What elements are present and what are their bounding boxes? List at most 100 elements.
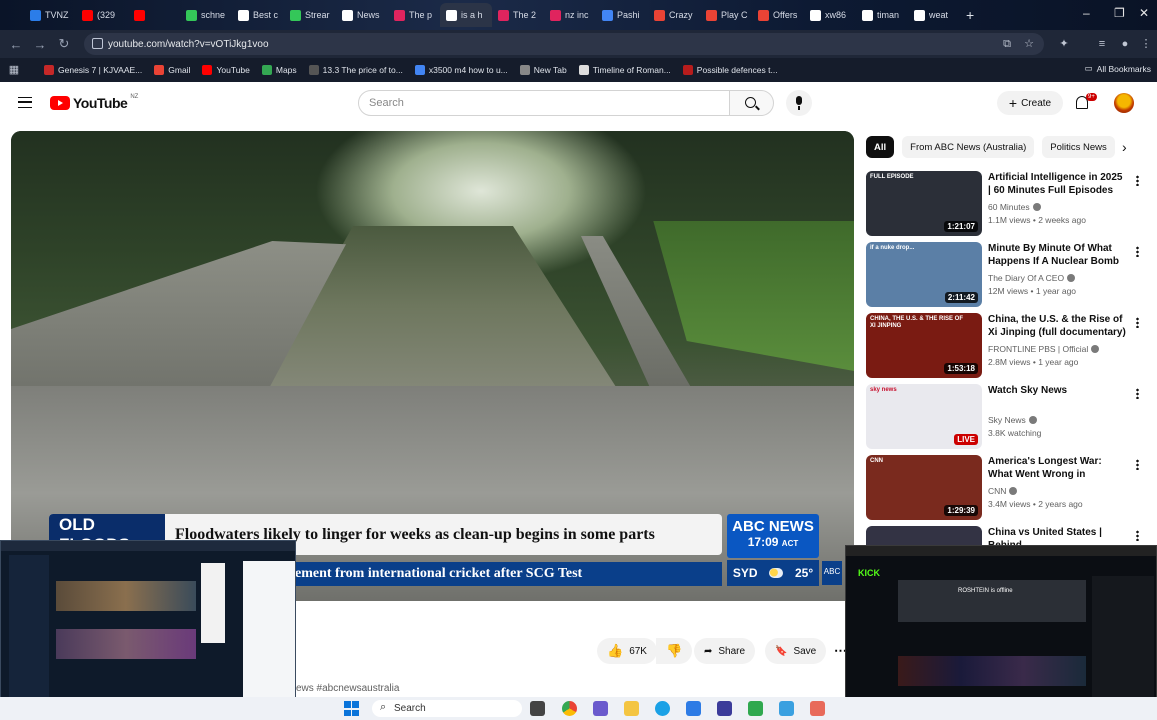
browser-tab[interactable]: weat	[908, 3, 960, 27]
video-title[interactable]: China, the U.S. & the Rise of Xi Jinping…	[988, 313, 1128, 339]
share-button[interactable]: ➦ Share	[694, 638, 756, 664]
task-view-icon[interactable]	[530, 701, 545, 716]
app-icon-green[interactable]	[748, 701, 763, 716]
browser-tab[interactable]: is a h	[440, 3, 492, 27]
browser-tab[interactable]: The 2	[492, 3, 544, 27]
video-thumbnail[interactable]: CHINA, THE U.S. & THE RISE OF XI JINPING…	[866, 313, 982, 378]
channel-name[interactable]: The Diary Of A CEO	[988, 273, 1076, 283]
chips-next-icon[interactable]: ›	[1122, 139, 1127, 155]
video-player[interactable]: OLD FLOODS Floodwaters likely to linger …	[11, 131, 854, 601]
browser-tab[interactable]: The p	[388, 3, 440, 27]
address-bar[interactable]: youtube.com/watch?v=vOTiJkg1voo	[84, 33, 1044, 55]
video-thumbnail[interactable]: if a nuke drop... 2:11:42	[866, 242, 982, 307]
video-thumbnail[interactable]: sky news LIVE	[866, 384, 982, 449]
video-title[interactable]: Minute By Minute Of What Happens If A Nu…	[988, 242, 1128, 268]
mail-icon[interactable]	[686, 701, 701, 716]
more-options-icon[interactable]	[1136, 388, 1139, 399]
bookmark-item[interactable]: YouTube	[196, 65, 255, 75]
recommended-video[interactable]: CNN 1:29:39 America's Longest War: What We…	[866, 455, 1156, 521]
new-tab-icon[interactable]: +	[966, 7, 974, 23]
filter-chip[interactable]: From ABC News (Australia)	[902, 136, 1035, 158]
search-button[interactable]	[730, 90, 774, 116]
file-explorer-icon[interactable]	[624, 701, 639, 716]
app-icon-red[interactable]	[810, 701, 825, 716]
bookmark-item[interactable]: New Tab	[514, 65, 573, 75]
app-icon-blue[interactable]	[779, 701, 794, 716]
dislike-button[interactable]: 👎	[656, 638, 693, 664]
browser-tab[interactable]: Crazy	[648, 3, 700, 27]
like-button[interactable]: 👍 67K	[597, 638, 657, 664]
browser-tab[interactable]: Pashi	[596, 3, 648, 27]
video-title[interactable]: Artificial Intelligence in 2025 | 60 Min…	[988, 171, 1128, 197]
bookmark-item[interactable]: Possible defences t...	[677, 65, 784, 75]
site-info-icon[interactable]	[92, 38, 103, 49]
chrome-icon[interactable]	[562, 701, 577, 716]
more-options-icon[interactable]	[1136, 317, 1139, 328]
more-options-icon[interactable]	[1136, 175, 1139, 186]
channel-name[interactable]: FRONTLINE PBS | Official	[988, 344, 1100, 354]
casino-stream-overlay[interactable]	[0, 540, 296, 712]
description-hashtags[interactable]: ews #abcnewsaustralia	[296, 683, 399, 694]
search-input[interactable]: Search	[358, 90, 730, 116]
recommended-video[interactable]: if a nuke drop... 2:11:42 Minute By Minute…	[866, 242, 1156, 308]
recommended-video[interactable]: FULL EPISODE 1:21:07 Artificial Intelligen…	[866, 171, 1156, 237]
account-avatar[interactable]	[1114, 93, 1134, 113]
taskbar-search[interactable]: ⌕ Search	[372, 700, 522, 717]
back-icon[interactable]: ←	[4, 37, 28, 52]
minimize-icon[interactable]: –	[1083, 6, 1090, 20]
browser-tab[interactable]: Strear	[284, 3, 336, 27]
windows-start-icon[interactable]	[344, 701, 359, 716]
profile-icon[interactable]: ●	[1119, 38, 1131, 50]
bookmark-item[interactable]: 13.3 The price of to...	[303, 65, 409, 75]
kick-stream-overlay[interactable]: KICK ROSHTEIN is offline	[845, 545, 1157, 712]
browser-tab[interactable]: News	[336, 3, 388, 27]
create-button[interactable]: + Create	[997, 91, 1063, 115]
forward-icon[interactable]: →	[28, 37, 52, 52]
browser-tab[interactable]: timan	[856, 3, 908, 27]
video-thumbnail[interactable]: FULL EPISODE 1:21:07	[866, 171, 982, 236]
browser-tab[interactable]: Play C	[700, 3, 752, 27]
browser-tab[interactable]: nz inc	[544, 3, 596, 27]
bookmark-item[interactable]: Gmail	[148, 65, 196, 75]
hamburger-menu-icon[interactable]	[18, 97, 32, 108]
all-bookmarks[interactable]: ▭ All Bookmarks	[1085, 63, 1151, 74]
close-window-icon[interactable]: ✕	[1139, 6, 1149, 20]
save-button[interactable]: 🔖 Save	[765, 638, 827, 664]
filter-chip[interactable]: Politics News	[1042, 136, 1115, 158]
more-options-icon[interactable]	[1136, 246, 1139, 257]
reload-icon[interactable]: ↻	[52, 36, 76, 52]
bookmark-item[interactable]: Genesis 7 | KJVAAE...	[38, 65, 148, 75]
browser-tab[interactable]: Best c	[232, 3, 284, 27]
recommended-video[interactable]: sky news LIVE Watch Sky News Sky News 3.8K w…	[866, 384, 1156, 450]
maximize-icon[interactable]: ❐	[1114, 6, 1125, 20]
browser-tab[interactable]: TVNZ	[24, 3, 76, 27]
youtube-logo[interactable]: YouTube NZ	[50, 94, 138, 111]
voice-search-icon[interactable]	[786, 90, 812, 116]
bookmark-item[interactable]: x3500 m4 how to u...	[409, 65, 514, 75]
channel-name[interactable]: CNN	[988, 486, 1018, 496]
apps-grid-icon[interactable]: ▦	[8, 64, 20, 76]
install-icon[interactable]: ⧉	[1001, 38, 1013, 50]
copilot-icon[interactable]	[593, 701, 608, 716]
bookmark-item[interactable]: Maps	[256, 65, 303, 75]
video-thumbnail[interactable]: CNN 1:29:39	[866, 455, 982, 520]
video-title[interactable]: America's Longest War: What Went Wrong i…	[988, 455, 1128, 481]
browser-tab[interactable]: Offers	[752, 3, 804, 27]
reading-icon[interactable]: ≡	[1096, 38, 1108, 50]
store-icon[interactable]	[717, 701, 732, 716]
filter-chip[interactable]: All	[866, 136, 895, 158]
menu-dots-icon[interactable]: ⋮	[1140, 38, 1152, 50]
bookmark-item[interactable]: Timeline of Roman...	[573, 65, 677, 75]
browser-tab[interactable]: xw86	[804, 3, 856, 27]
browser-tab[interactable]: (329	[76, 3, 128, 27]
extensions-icon[interactable]: ✦	[1058, 38, 1070, 50]
browser-tab[interactable]	[128, 3, 180, 27]
channel-name[interactable]: 60 Minutes	[988, 202, 1041, 212]
recommended-video[interactable]: CHINA, THE U.S. & THE RISE OF XI JINPING…	[866, 313, 1156, 379]
bookmark-star-icon[interactable]: ☆	[1023, 38, 1035, 50]
edge-icon[interactable]	[655, 701, 670, 716]
more-options-icon[interactable]	[1136, 459, 1139, 470]
browser-tab[interactable]: schne	[180, 3, 232, 27]
channel-name[interactable]: Sky News	[988, 415, 1037, 425]
more-options-icon[interactable]	[1136, 530, 1139, 541]
